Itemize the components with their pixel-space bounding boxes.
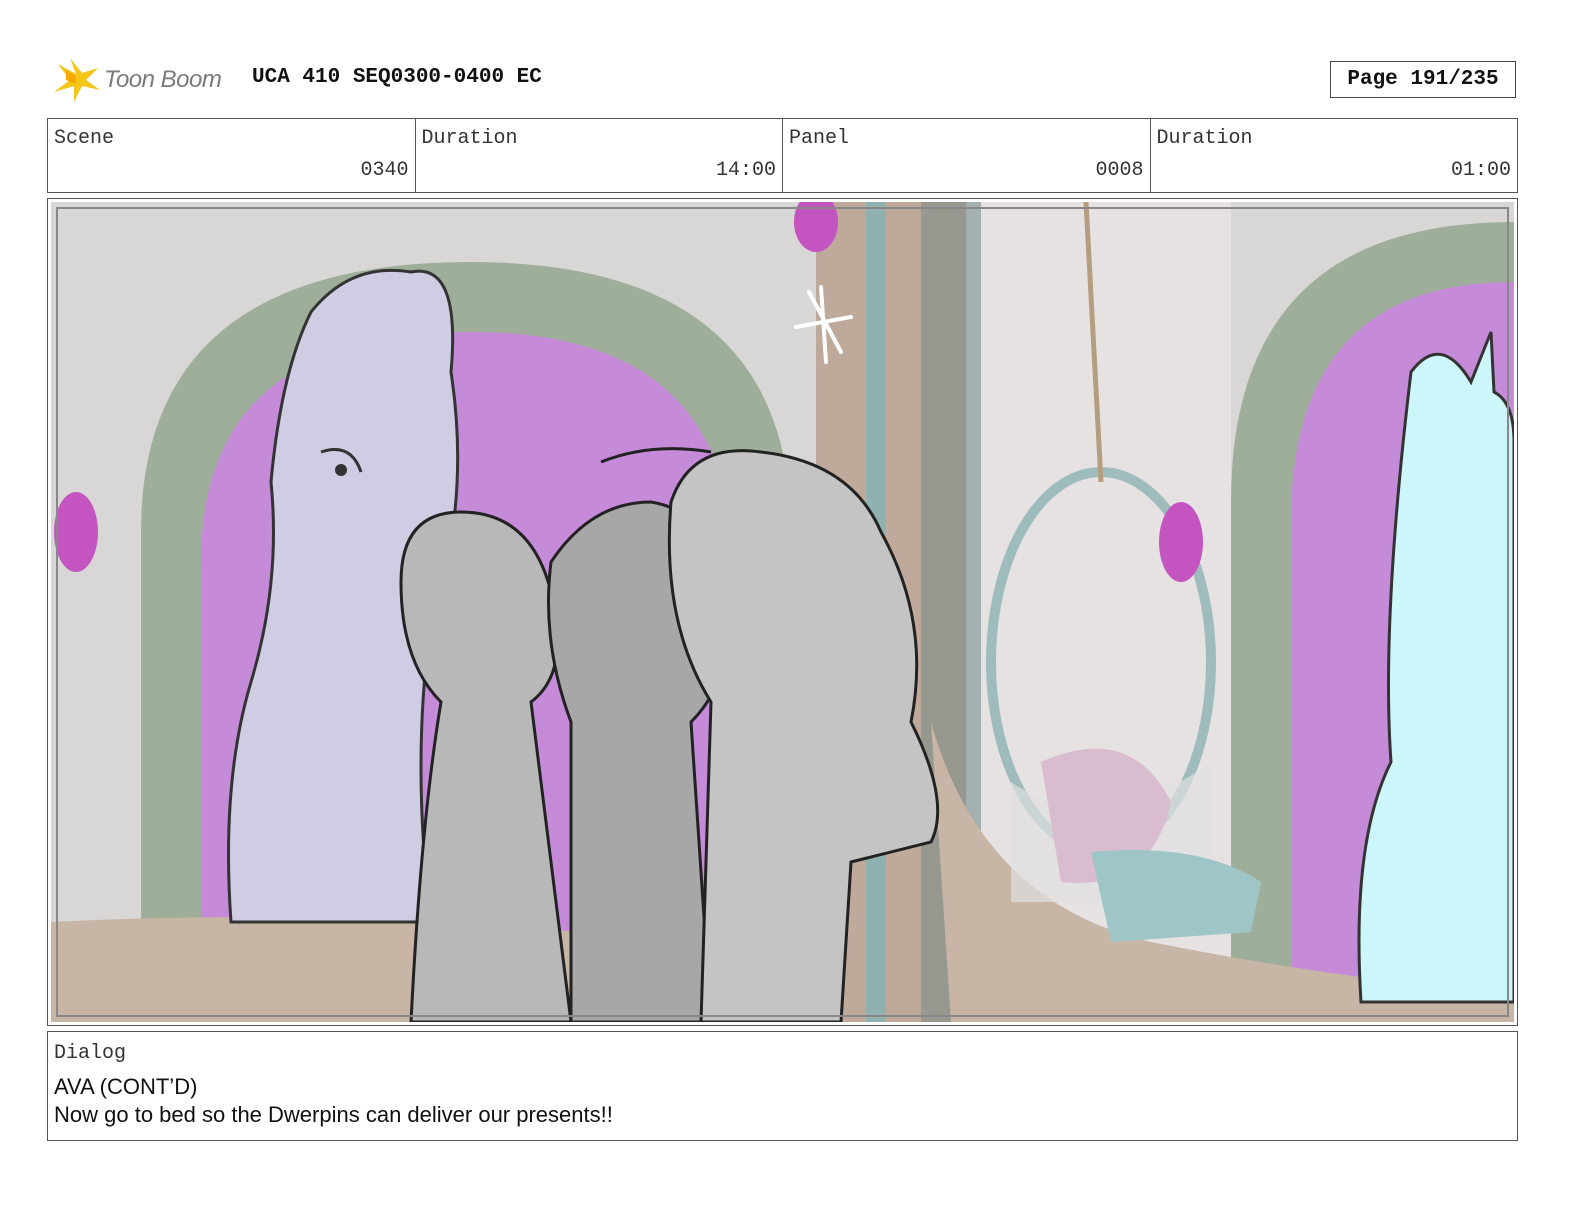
panel-label: Panel <box>789 127 850 150</box>
scene-duration-label: Duration <box>421 127 518 150</box>
logo-text: Toon Boom <box>104 66 222 93</box>
page-number: Page 191/235 <box>1330 61 1516 98</box>
dialog-line: Now go to bed so the Dwerpins can delive… <box>54 1102 613 1127</box>
toon-boom-logo: Toon Boom <box>52 56 242 106</box>
dialog-character: AVA (CONT’D) <box>54 1074 198 1099</box>
scene-value: 0340 <box>360 159 409 182</box>
logo-star-icon <box>54 58 100 102</box>
panel-cell: Panel 0008 <box>783 119 1151 192</box>
panel-value: 0008 <box>1095 159 1144 182</box>
panel-illustration <box>51 202 1514 1022</box>
dialog-label: Dialog <box>54 1042 127 1065</box>
scene-duration-cell: Duration 14:00 <box>416 119 783 192</box>
panel-duration-cell: Duration 01:00 <box>1151 119 1518 192</box>
scene-cell: Scene 0340 <box>48 119 416 192</box>
scene-label: Scene <box>54 127 115 150</box>
panel-duration-label: Duration <box>1156 127 1253 150</box>
scene-duration-value: 14:00 <box>715 159 776 182</box>
document-title: UCA 410 SEQ0300-0400 EC <box>252 66 542 89</box>
scene-info-table: Scene 0340 Duration 14:00 Panel 0008 Dur… <box>47 118 1518 193</box>
panel-duration-value: 01:00 <box>1450 159 1511 182</box>
storyboard-panel-image <box>47 198 1518 1026</box>
dialog-box: Dialog AVA (CONT’D) Now go to bed so the… <box>47 1031 1518 1141</box>
